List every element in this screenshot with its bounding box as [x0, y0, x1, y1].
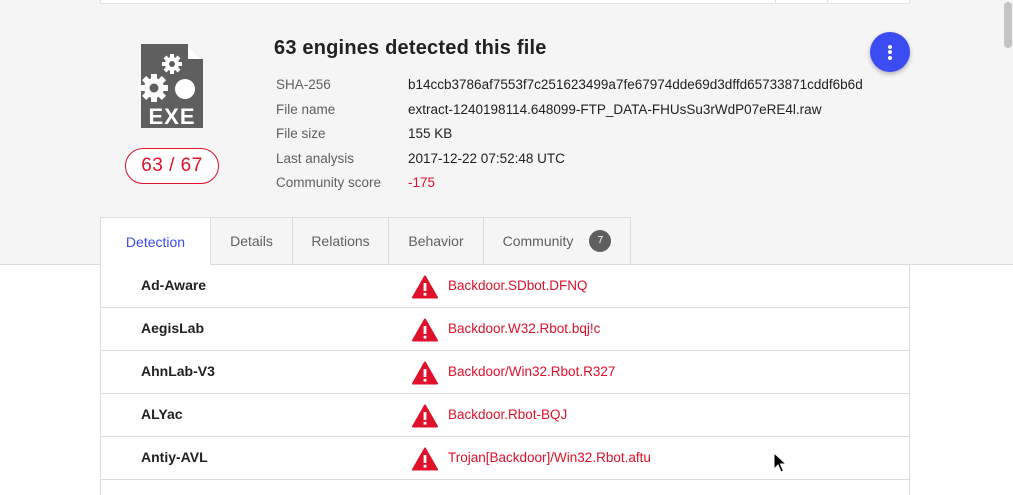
last-analysis-value: 2017-12-22 07:52:48 UTC	[408, 150, 565, 166]
engine-name: ALYac	[141, 406, 183, 422]
tab-details[interactable]: Details	[211, 217, 293, 264]
tab-label: Detection	[125, 234, 186, 250]
file-size-value: 155 KB	[408, 126, 453, 141]
tab-bar: Detection Details Relations Behavior Com…	[100, 217, 631, 266]
svg-text:EXE: EXE	[148, 104, 195, 129]
mouse-cursor-icon	[773, 452, 787, 473]
warning-triangle-icon	[412, 318, 438, 342]
table-row: AhnLab-V3 Backdoor/Win32.Rbot.R327	[101, 351, 909, 394]
community-count-badge: 7	[589, 230, 612, 252]
detection-result: Backdoor.SDbot.DFNQ	[448, 278, 588, 293]
detection-headline: 63 engines detected this file	[274, 37, 547, 59]
detail-label: File name	[276, 101, 336, 117]
tab-label: Relations	[311, 233, 370, 249]
scrollbar-thumb[interactable]	[1004, 2, 1012, 48]
engine-name: AegisLab	[141, 320, 205, 336]
tab-label: Community	[502, 233, 574, 249]
warning-triangle-icon	[412, 275, 438, 299]
tab-relations[interactable]: Relations	[293, 217, 389, 264]
sha256-value: b14ccb3786af7553f7c251623499a7fe67974dde…	[408, 77, 863, 92]
tab-detection[interactable]: Detection	[100, 217, 211, 266]
tab-label: Behavior	[408, 233, 464, 249]
exe-file-icon: EXE	[140, 44, 203, 129]
table-row: Antiy-AVL Trojan[Backdoor]/Win32.Rbot.af…	[101, 437, 909, 480]
top-toolbar-edge	[100, 0, 910, 4]
detail-label: File size	[276, 126, 326, 141]
community-score-value: -175	[408, 175, 436, 190]
detection-result: Backdoor/Win32.Rbot.R327	[448, 364, 616, 379]
file-name-value: extract-1240198114.648099-FTP_DATA-FHUsS…	[408, 101, 822, 117]
detection-results-table: Ad-Aware Backdoor.SDbot.DFNQ AegisLab Ba…	[100, 265, 910, 495]
table-row: Ad-Aware Backdoor.SDbot.DFNQ	[101, 265, 909, 308]
tab-label: Details	[230, 233, 273, 249]
more-vert-icon	[888, 43, 892, 61]
tab-community[interactable]: Community 7	[484, 217, 631, 264]
detail-label: Last analysis	[276, 150, 355, 166]
tab-behavior[interactable]: Behavior	[389, 217, 484, 264]
engine-name: Antiy-AVL	[141, 449, 208, 465]
detection-ratio-badge: 63 / 67	[125, 148, 219, 184]
table-row: AegisLab Backdoor.W32.Rbot.bqj!c	[101, 308, 909, 351]
table-row: ALYac Backdoor.Rbot-BQJ	[101, 394, 909, 437]
warning-triangle-icon	[412, 447, 438, 471]
engine-name: AhnLab-V3	[141, 363, 215, 379]
warning-triangle-icon	[412, 404, 438, 428]
detection-result: Backdoor.W32.Rbot.bqj!c	[448, 321, 601, 336]
detail-label: Community score	[276, 175, 382, 190]
detail-label: SHA-256	[276, 77, 331, 92]
engine-name: Ad-Aware	[141, 277, 207, 293]
detection-result: Backdoor.Rbot-BQJ	[448, 407, 568, 422]
warning-triangle-icon	[412, 361, 438, 385]
more-actions-button[interactable]	[870, 32, 910, 72]
detection-result: Trojan[Backdoor]/Win32.Rbot.aftu	[448, 450, 651, 465]
